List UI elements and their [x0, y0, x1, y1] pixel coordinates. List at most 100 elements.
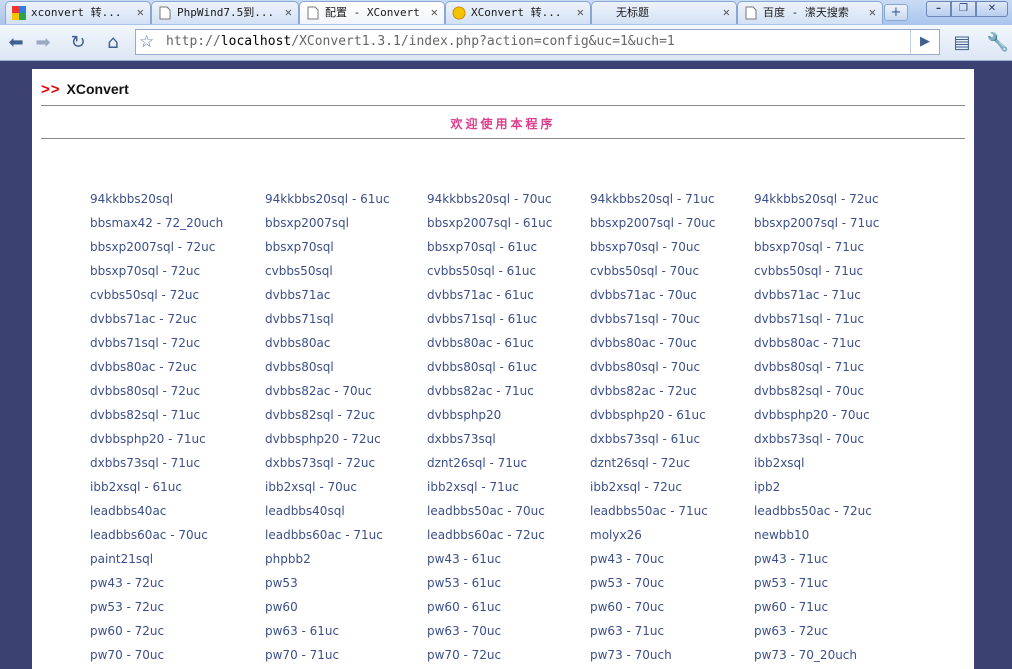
converter-link[interactable]: dvbbs71sql - 70uc	[590, 307, 754, 331]
converter-link[interactable]: pw43 - 61uc	[427, 547, 590, 571]
wrench-menu-button[interactable]: 🔧	[984, 31, 1012, 55]
page-menu-button[interactable]: ▤	[948, 31, 976, 55]
converter-link[interactable]: cvbbs50sql - 70uc	[590, 259, 754, 283]
converter-link[interactable]: paint21sql	[90, 547, 265, 571]
converter-link[interactable]: cvbbs50sql - 72uc	[90, 283, 265, 307]
converter-link[interactable]: cvbbs50sql - 71uc	[754, 259, 918, 283]
converter-link[interactable]: dvbbsphp20 - 71uc	[90, 427, 265, 451]
converter-link[interactable]: pw60 - 70uc	[590, 595, 754, 619]
converter-link[interactable]: pw63 - 71uc	[590, 619, 754, 643]
converter-link[interactable]: pw43 - 72uc	[90, 571, 265, 595]
tab-close-icon[interactable]: ✕	[869, 2, 876, 23]
converter-link[interactable]: dvbbs71sql	[265, 307, 427, 331]
converter-link[interactable]: pw70 - 71uc	[265, 643, 427, 667]
converter-link[interactable]: dxbbs73sql - 71uc	[90, 451, 265, 475]
converter-link[interactable]: ibb2xsql - 71uc	[427, 475, 590, 499]
converter-link[interactable]: pw53	[265, 571, 427, 595]
tab-baidu[interactable]: 百度 - 潆天搜索 ✕	[737, 1, 883, 24]
converter-link[interactable]: dvbbsphp20 - 72uc	[265, 427, 427, 451]
converter-link[interactable]: bbsxp2007sql - 72uc	[90, 235, 265, 259]
converter-link[interactable]: molyx26	[590, 523, 754, 547]
close-window-button[interactable]: ✕	[976, 1, 1008, 17]
converter-link[interactable]: dvbbs71ac	[265, 283, 427, 307]
converter-link[interactable]: ipb2	[754, 475, 918, 499]
converter-link[interactable]: 94kkbbs20sql - 71uc	[590, 187, 754, 211]
converter-link[interactable]: pw70 - 70uc	[90, 643, 265, 667]
converter-link[interactable]: pw60 - 72uc	[90, 619, 265, 643]
go-icon[interactable]: ▶	[910, 30, 939, 54]
tab-close-icon[interactable]: ✕	[723, 2, 730, 23]
converter-link[interactable]: dvbbs71ac - 70uc	[590, 283, 754, 307]
converter-link[interactable]: ibb2xsql	[754, 451, 918, 475]
converter-link[interactable]: dvbbsphp20 - 70uc	[754, 403, 918, 427]
home-button[interactable]: ⌂	[101, 31, 125, 55]
address-bar[interactable]: ☆ http://localhost/XConvert1.3.1/index.p…	[135, 29, 940, 55]
converter-link[interactable]: leadbbs50ac - 72uc	[754, 499, 918, 523]
converter-link[interactable]: leadbbs50ac - 70uc	[427, 499, 590, 523]
converter-link[interactable]: dvbbs80ac - 70uc	[590, 331, 754, 355]
tab-close-icon[interactable]: ✕	[577, 2, 584, 23]
converter-link[interactable]: dvbbs82ac - 72uc	[590, 379, 754, 403]
converter-link[interactable]: pw60 - 71uc	[754, 595, 918, 619]
converter-link[interactable]: phpbb2	[265, 547, 427, 571]
converter-link[interactable]: dvbbsphp20 - 61uc	[590, 403, 754, 427]
converter-link[interactable]: leadbbs40sql	[265, 499, 427, 523]
converter-link[interactable]: dvbbs71ac - 72uc	[90, 307, 265, 331]
converter-link[interactable]: pw60	[265, 595, 427, 619]
converter-link[interactable]: dvbbs71sql - 61uc	[427, 307, 590, 331]
converter-link[interactable]: cvbbs50sql - 61uc	[427, 259, 590, 283]
converter-link[interactable]: pw70 - 72uc	[427, 643, 590, 667]
converter-link[interactable]: leadbbs60ac - 72uc	[427, 523, 590, 547]
converter-link[interactable]: pw60 - 61uc	[427, 595, 590, 619]
converter-link[interactable]: dvbbs80ac - 71uc	[754, 331, 918, 355]
converter-link[interactable]: dvbbs71sql - 72uc	[90, 331, 265, 355]
converter-link[interactable]: bbsxp70sql - 61uc	[427, 235, 590, 259]
converter-link[interactable]: dznt26sql - 72uc	[590, 451, 754, 475]
converter-link[interactable]: dxbbs73sql - 72uc	[265, 451, 427, 475]
converter-link[interactable]: dvbbs82sql - 70uc	[754, 379, 918, 403]
converter-link[interactable]: dvbbsphp20	[427, 403, 590, 427]
converter-link[interactable]: bbsxp70sql - 70uc	[590, 235, 754, 259]
converter-link[interactable]: bbsxp2007sql - 71uc	[754, 211, 918, 235]
converter-link[interactable]: bbsxp2007sql - 70uc	[590, 211, 754, 235]
converter-link[interactable]: dxbbs73sql - 70uc	[754, 427, 918, 451]
converter-link[interactable]: pw53 - 70uc	[590, 571, 754, 595]
converter-link[interactable]: dvbbs80ac	[265, 331, 427, 355]
converter-link[interactable]: dvbbs82ac - 70uc	[265, 379, 427, 403]
tab-close-icon[interactable]: ✕	[431, 2, 438, 23]
converter-link[interactable]: pw53 - 72uc	[90, 595, 265, 619]
tab-close-icon[interactable]: ✕	[285, 2, 292, 23]
tab-xconvert-1[interactable]: xconvert 转... ✕	[5, 1, 151, 24]
reload-button[interactable]: ↻	[66, 31, 90, 55]
converter-link[interactable]: bbsxp70sql	[265, 235, 427, 259]
new-tab-button[interactable]: +	[884, 4, 908, 21]
converter-link[interactable]: pw73 - 70uch	[590, 643, 754, 667]
converter-link[interactable]: leadbbs40ac	[90, 499, 265, 523]
converter-link[interactable]: pw73 - 70_20uch	[754, 643, 918, 667]
converter-link[interactable]: dvbbs82sql - 72uc	[265, 403, 427, 427]
converter-link[interactable]: dvbbs80sql	[265, 355, 427, 379]
converter-link[interactable]: dvbbs80sql - 70uc	[590, 355, 754, 379]
tab-untitled[interactable]: 无标题 ✕	[591, 1, 737, 24]
converter-link[interactable]: bbsxp70sql - 71uc	[754, 235, 918, 259]
converter-link[interactable]: 94kkbbs20sql - 70uc	[427, 187, 590, 211]
converter-link[interactable]: dvbbs71ac - 61uc	[427, 283, 590, 307]
converter-link[interactable]: dvbbs82sql - 71uc	[90, 403, 265, 427]
converter-link[interactable]: pw43 - 70uc	[590, 547, 754, 571]
tab-xconvert-2[interactable]: XConvert 转... ✕	[445, 1, 591, 24]
converter-link[interactable]: bbsxp2007sql - 61uc	[427, 211, 590, 235]
converter-link[interactable]: ibb2xsql - 70uc	[265, 475, 427, 499]
converter-link[interactable]: pw63 - 61uc	[265, 619, 427, 643]
converter-link[interactable]: bbsmax42 - 72_20uch	[90, 211, 265, 235]
converter-link[interactable]: bbsxp2007sql	[265, 211, 427, 235]
converter-link[interactable]: pw43 - 71uc	[754, 547, 918, 571]
converter-link[interactable]: leadbbs60ac - 70uc	[90, 523, 265, 547]
converter-link[interactable]: pw63 - 72uc	[754, 619, 918, 643]
converter-link[interactable]: dvbbs82ac - 71uc	[427, 379, 590, 403]
converter-link[interactable]: pw63 - 70uc	[427, 619, 590, 643]
tab-close-icon[interactable]: ✕	[137, 2, 144, 23]
converter-link[interactable]: leadbbs60ac - 71uc	[265, 523, 427, 547]
converter-link[interactable]: 94kkbbs20sql - 61uc	[265, 187, 427, 211]
converter-link[interactable]: dvbbs80sql - 72uc	[90, 379, 265, 403]
converter-link[interactable]: dvbbs80ac - 72uc	[90, 355, 265, 379]
